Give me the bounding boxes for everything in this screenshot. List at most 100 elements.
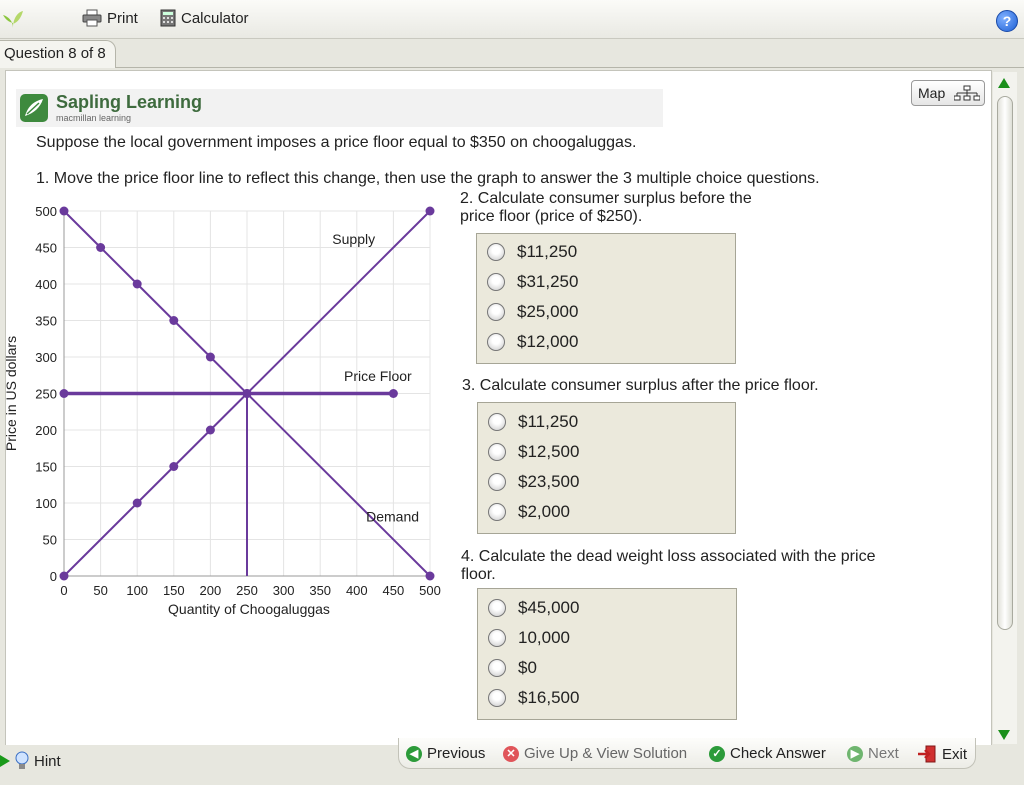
- next-label: Next: [868, 745, 899, 762]
- instruction-1: 1. Move the price floor line to reflect …: [36, 170, 820, 187]
- q2-choice[interactable]: $31,250: [487, 272, 578, 292]
- q3-choice-label: $11,250: [518, 412, 579, 431]
- radio-button[interactable]: [487, 333, 505, 351]
- radio-button[interactable]: [487, 303, 505, 321]
- calculator-icon: [160, 9, 176, 27]
- series-label: Demand: [366, 508, 419, 524]
- printer-icon: [82, 9, 102, 27]
- exit-label: Exit: [942, 745, 968, 763]
- top-toolbar: Print Calculator ?: [0, 0, 1024, 39]
- radio-button[interactable]: [488, 629, 506, 647]
- series-label: Price Floor: [344, 368, 412, 384]
- radio-button[interactable]: [488, 443, 506, 461]
- supply-point: [205, 425, 215, 435]
- radio-button[interactable]: [488, 413, 506, 431]
- q4-choice-label: $16,500: [518, 688, 580, 707]
- radio-button[interactable]: [488, 689, 506, 707]
- q2-choice[interactable]: $25,000: [487, 302, 578, 322]
- scroll-up-arrow-icon[interactable]: [998, 78, 1010, 88]
- radio-button[interactable]: [488, 473, 506, 491]
- map-button[interactable]: Map: [911, 80, 985, 106]
- demand-point: [425, 571, 435, 581]
- y-tick-label: 300: [35, 350, 57, 365]
- x-axis-label: Quantity of Choogaluggas: [168, 601, 330, 617]
- demand-point: [205, 352, 215, 362]
- supply-point: [169, 462, 179, 471]
- q3-choice-label: $23,500: [518, 472, 580, 491]
- q4-choice[interactable]: 10,000: [488, 628, 570, 648]
- sitemap-icon: [954, 85, 980, 101]
- check-answer-button[interactable]: ✓ Check Answer: [709, 745, 826, 762]
- demand-point: [96, 243, 106, 252]
- q2-text-line2: price floor (price of $250).: [460, 208, 643, 225]
- print-button[interactable]: Print: [82, 9, 138, 27]
- previous-button[interactable]: ◀ Previous: [406, 745, 485, 762]
- previous-label: Previous: [427, 745, 486, 762]
- radio-button[interactable]: [488, 503, 506, 521]
- price-floor-point: [59, 389, 69, 398]
- radio-button[interactable]: [487, 273, 505, 291]
- q3-choice[interactable]: $2,000: [488, 502, 570, 522]
- y-axis-label: Price in US dollars: [3, 336, 19, 451]
- next-arrow-icon: ▶: [847, 745, 863, 762]
- previous-arrow-icon: ◀: [406, 745, 422, 762]
- q2-choice[interactable]: $12,000: [487, 332, 578, 352]
- logo-name: Sapling Learning: [56, 92, 203, 112]
- question-text: Suppose the local government imposes a p…: [36, 134, 637, 151]
- give-up-x-icon: ✕: [503, 745, 519, 762]
- x-tick-label: 350: [309, 583, 331, 598]
- radio-button[interactable]: [488, 659, 506, 677]
- check-answer-label: Check Answer: [730, 745, 826, 762]
- x-tick-label: 250: [236, 583, 258, 598]
- next-button[interactable]: ▶ Next: [847, 745, 899, 762]
- q4-choice[interactable]: $0: [488, 658, 537, 678]
- q3-choice[interactable]: $12,500: [488, 442, 579, 462]
- q4-text-line2: floor.: [461, 566, 496, 583]
- q4-choices: $45,000 10,000 $0 $16,500: [477, 588, 737, 720]
- calculator-label: Calculator: [181, 9, 249, 27]
- q2-choice-label: $11,250: [517, 242, 578, 261]
- y-tick-label: 200: [35, 423, 57, 438]
- x-tick-label: 200: [200, 583, 222, 598]
- radio-button[interactable]: [488, 599, 506, 617]
- price-floor-point: [388, 389, 398, 398]
- x-tick-label: 450: [383, 583, 405, 598]
- q2-choice-label: $25,000: [517, 302, 579, 321]
- q2-choice-label: $31,250: [517, 272, 579, 291]
- q2-choice[interactable]: $11,250: [487, 242, 577, 262]
- y-tick-label: 50: [43, 533, 57, 548]
- y-tick-label: 250: [35, 387, 57, 402]
- q3-choices: $11,250 $12,500 $23,500 $2,000: [477, 402, 736, 534]
- q3-choice-label: $2,000: [518, 502, 570, 521]
- help-icon[interactable]: ?: [996, 10, 1018, 32]
- radio-button[interactable]: [487, 243, 505, 261]
- supply-demand-chart[interactable]: 0 50 100 150 200 250 300 350 400 450 500 0 50 100 150 2…: [0, 196, 460, 626]
- q4-choice[interactable]: $16,500: [488, 688, 579, 708]
- q4-text-line1: 4. Calculate the dead weight loss associ…: [461, 548, 876, 565]
- hint-label: Hint: [34, 752, 61, 770]
- supply-point: [59, 571, 69, 581]
- vertical-scrollbar[interactable]: [993, 72, 1017, 744]
- q3-choice[interactable]: $23,500: [488, 472, 579, 492]
- leaf-logo-icon: [3, 11, 23, 28]
- exit-button[interactable]: Exit: [917, 745, 967, 763]
- y-tick-label: 400: [35, 277, 57, 292]
- exit-door-icon: [918, 745, 936, 763]
- scroll-down-arrow-icon[interactable]: [998, 730, 1010, 740]
- demand-point: [59, 206, 69, 216]
- hint-button[interactable]: Hint: [0, 751, 61, 771]
- series-label: Supply: [332, 231, 375, 247]
- sapling-logo-icon: [20, 94, 48, 122]
- tab-divider: [116, 67, 1024, 68]
- calculator-button[interactable]: Calculator: [160, 9, 249, 27]
- supply-point: [132, 498, 142, 508]
- give-up-button[interactable]: ✕ Give Up & View Solution: [503, 745, 687, 762]
- q2-choices: $11,250 $31,250 $25,000 $12,000: [476, 233, 736, 364]
- x-tick-label: 300: [273, 583, 295, 598]
- q3-choice[interactable]: $11,250: [488, 412, 578, 432]
- q3-choice-label: $12,500: [518, 442, 580, 461]
- scroll-thumb[interactable]: [997, 96, 1013, 630]
- q4-choice[interactable]: $45,000: [488, 598, 579, 618]
- demand-point: [169, 316, 179, 325]
- q2-text-line1: 2. Calculate consumer surplus before the: [460, 190, 752, 207]
